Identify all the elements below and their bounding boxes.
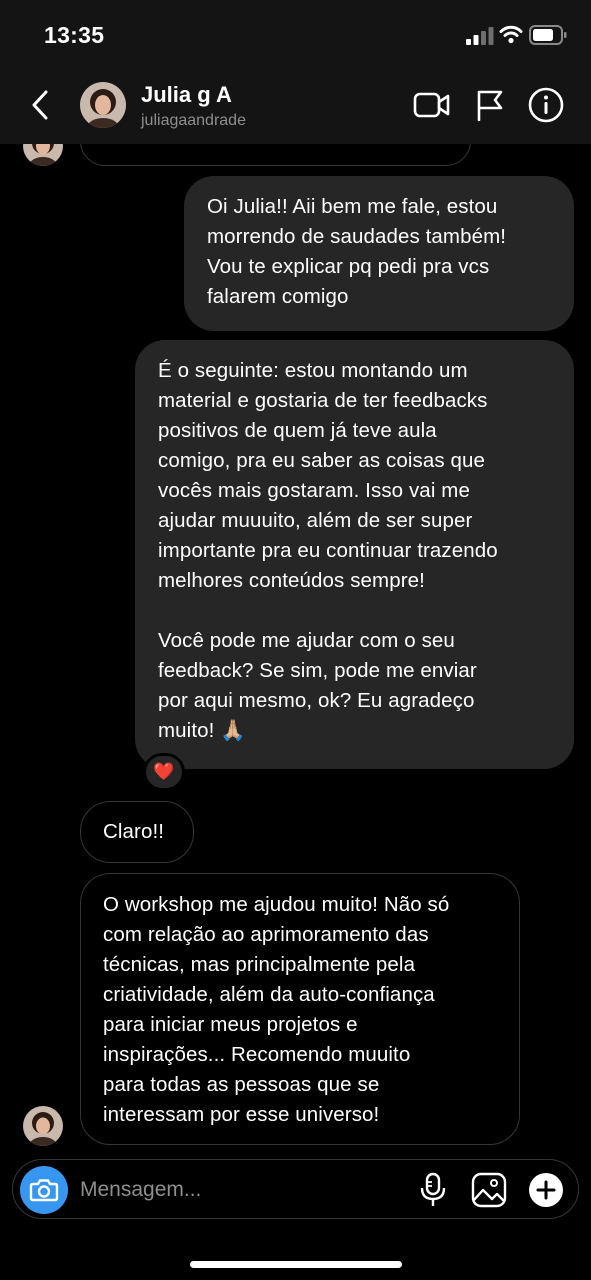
- incoming-message-bubble[interactable]: O workshop me ajudou muito! Não só com r…: [80, 873, 520, 1145]
- chat-header: Julia g A juliagaandrade: [0, 70, 591, 144]
- camera-button[interactable]: [20, 1166, 68, 1214]
- contact-avatar[interactable]: [80, 82, 126, 128]
- contact-username[interactable]: juliagaandrade: [141, 112, 246, 130]
- status-bar: 13:35: [0, 0, 591, 70]
- incoming-message-bubble[interactable]: Claro!!: [80, 801, 194, 863]
- outgoing-message-bubble[interactable]: É o seguinte: estou montando um material…: [135, 340, 574, 769]
- contact-avatar-small[interactable]: [23, 1106, 63, 1146]
- plus-button[interactable]: [529, 1173, 563, 1207]
- camera-icon: [29, 1179, 59, 1202]
- home-indicator[interactable]: [190, 1261, 402, 1268]
- cellular-signal-icon: [466, 27, 494, 45]
- message-text: Claro!!: [103, 820, 165, 843]
- message-text: É o seguinte: estou montando um material…: [158, 359, 498, 742]
- heart-reaction-icon: ❤️: [153, 762, 175, 781]
- message-text: Oi Julia!! Aii bem me fale, estou morren…: [207, 195, 507, 308]
- microphone-icon[interactable]: [419, 1172, 447, 1208]
- info-icon[interactable]: [528, 87, 564, 123]
- video-call-icon[interactable]: [413, 90, 451, 120]
- flag-icon[interactable]: [476, 89, 504, 121]
- plus-icon: [536, 1180, 556, 1200]
- message-input[interactable]: [80, 1174, 400, 1206]
- message-composer: [12, 1159, 579, 1219]
- back-button[interactable]: [28, 88, 52, 122]
- heart-reaction[interactable]: ❤️: [143, 753, 185, 791]
- gallery-icon[interactable]: [471, 1172, 507, 1208]
- battery-icon: [529, 25, 567, 45]
- dm-conversation-screen: 13:35 Julia g A juliagaandrade Oi Julia!…: [0, 0, 591, 1280]
- outgoing-message-bubble[interactable]: Oi Julia!! Aii bem me fale, estou morren…: [184, 176, 574, 331]
- contact-name[interactable]: Julia g A: [141, 82, 232, 108]
- wifi-icon: [499, 25, 523, 44]
- status-time: 13:35: [44, 22, 105, 48]
- message-text: O workshop me ajudou muito! Não só com r…: [103, 893, 450, 1126]
